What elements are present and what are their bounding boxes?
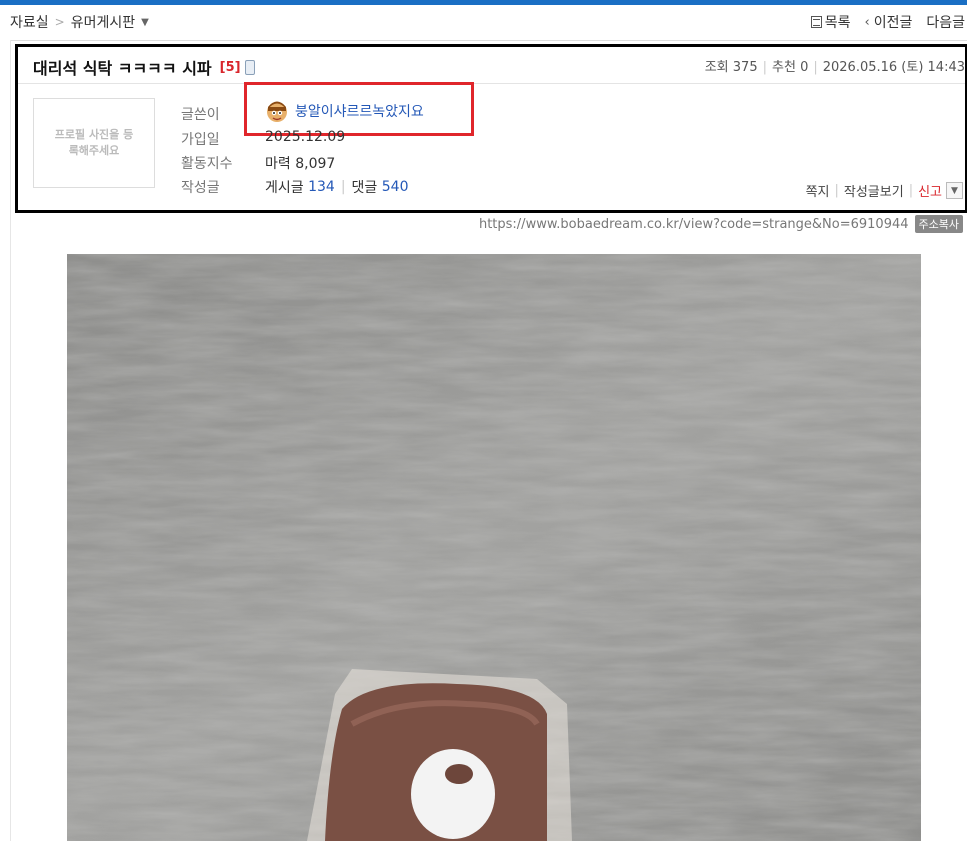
mobile-icon	[244, 59, 255, 75]
comment-count-badge[interactable]: [5]	[220, 60, 241, 75]
posts-label: 작성글	[181, 180, 220, 196]
post-date: 2026.05.16 (토) 14:43	[822, 60, 965, 75]
breadcrumb-board[interactable]: 유머게시판	[71, 12, 135, 32]
profile-photo-text: 프로필 사진을 등록해주세요	[54, 128, 134, 157]
posts-count-link[interactable]: 134	[308, 179, 335, 195]
url-row: https://www.bobaedream.co.kr/view?code=s…	[479, 215, 963, 233]
next-post-button[interactable]: 다음글	[926, 12, 965, 32]
post-navigation: 목록 ‹ 이전글 다음글	[801, 12, 965, 32]
views-count: 375	[732, 60, 758, 75]
post-url: https://www.bobaedream.co.kr/view?code=s…	[478, 216, 909, 232]
prev-post-button[interactable]: ‹ 이전글	[865, 12, 913, 32]
activity-value: 마력 8,097	[265, 156, 336, 172]
chevron-left-icon: ‹	[864, 14, 870, 30]
author-highlight-box	[244, 82, 474, 136]
marble-table-photo	[67, 254, 921, 841]
comments-count-link[interactable]: 540	[382, 179, 409, 195]
posts-summary: 게시글 134 | 댓글 540	[265, 179, 409, 196]
list-icon	[810, 16, 822, 28]
copy-url-button[interactable]: 주소복사	[914, 215, 963, 233]
chevron-down-icon[interactable]: ▼	[946, 182, 963, 199]
next-label: 다음글	[926, 15, 965, 31]
post-header: 대리석 식탁 ㅋㅋㅋㅋ 시파 [5] 조회 375 | 추천 0 | 2026.05.1…	[15, 44, 967, 213]
title-divider	[18, 83, 965, 84]
post-image	[67, 254, 921, 841]
content-left-border	[10, 40, 11, 841]
breadcrumb-separator: >	[54, 15, 65, 29]
joined-label: 가입일	[181, 132, 220, 148]
breadcrumb: 자료실 > 유머게시판 ▼	[10, 12, 149, 32]
message-button[interactable]: 쪽지	[806, 181, 830, 200]
post-meta: 조회 375 | 추천 0 | 2026.05.16 (토) 14:43	[704, 60, 965, 75]
recommend-count: 0	[800, 60, 809, 75]
prev-label: 이전글	[873, 15, 913, 31]
views-label: 조회	[704, 60, 729, 75]
chevron-down-icon[interactable]: ▼	[141, 17, 149, 28]
posts-word: 게시글	[265, 180, 304, 196]
recommend-label: 추천	[772, 60, 796, 75]
comments-word: 댓글	[351, 180, 378, 196]
post-title-row: 대리석 식탁 ㅋㅋㅋㅋ 시파 [5]	[33, 55, 255, 79]
divider	[10, 40, 967, 41]
author-actions: 쪽지 | 작성글보기 | 신고 ▼	[806, 181, 963, 200]
list-label: 목록	[824, 15, 851, 31]
breadcrumb-section[interactable]: 자료실	[10, 12, 49, 32]
view-posts-button[interactable]: 작성글보기	[844, 181, 904, 200]
profile-photo-placeholder: 프로필 사진을 등록해주세요	[33, 98, 155, 188]
post-title: 대리석 식탁 ㅋㅋㅋㅋ 시파	[33, 59, 212, 78]
joined-date: 2025.12.09	[265, 129, 346, 145]
author-label: 글쓴이	[181, 107, 220, 123]
top-accent-bar	[0, 0, 967, 5]
activity-label: 활동지수	[181, 156, 233, 172]
report-button[interactable]: 신고	[918, 181, 942, 200]
list-button[interactable]: 목록	[810, 12, 851, 32]
